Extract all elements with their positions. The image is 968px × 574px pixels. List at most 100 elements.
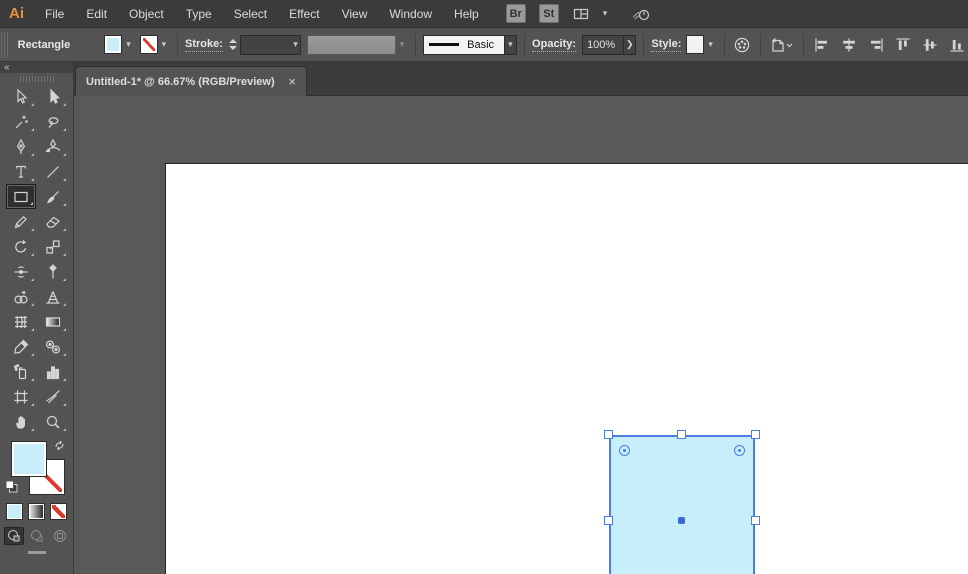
puppet-warp-icon [44, 263, 62, 281]
tool-zoom[interactable] [38, 409, 68, 434]
tool-mesh[interactable] [6, 309, 36, 334]
draw-normal-button[interactable] [3, 527, 24, 545]
brush-chevron-button[interactable]: ▾ [504, 34, 518, 55]
opacity-flyout-button[interactable]: ❯ [624, 34, 637, 55]
tool-column-graph[interactable] [38, 359, 68, 384]
live-corner-widget-nw[interactable] [619, 445, 630, 456]
menu-view[interactable]: View [331, 0, 379, 27]
menu-effect[interactable]: Effect [278, 0, 330, 27]
canvas[interactable] [74, 96, 968, 574]
selected-rectangle[interactable] [604, 430, 760, 574]
control-bar-grip[interactable] [1, 31, 8, 58]
opacity-input[interactable]: 100% [582, 34, 625, 55]
artboard[interactable] [165, 163, 968, 574]
tool-blend[interactable] [38, 334, 68, 359]
stroke-chevron-icon[interactable]: ▾ [158, 40, 170, 49]
resize-handle-nw[interactable] [604, 430, 613, 439]
stroke-color-swatch[interactable] [139, 35, 158, 54]
none-button[interactable] [50, 503, 67, 520]
tool-pen[interactable] [6, 134, 36, 159]
tool-shape-builder[interactable] [6, 284, 36, 309]
style-label[interactable]: Style: [651, 38, 682, 52]
fill-proxy-swatch[interactable] [11, 441, 47, 477]
width-profile-dropdown[interactable] [306, 34, 396, 55]
tool-lasso[interactable] [38, 109, 68, 134]
width-profile-chevron-icon[interactable]: ▾ [396, 40, 408, 49]
tool-line-segment[interactable] [38, 159, 68, 184]
tool-rotate[interactable] [6, 234, 36, 259]
panel-resize-grip[interactable] [27, 551, 46, 554]
vertical-align-bottom-icon[interactable] [946, 33, 968, 57]
horizontal-align-center-icon[interactable] [838, 33, 860, 57]
stroke-weight-stepper[interactable] [228, 39, 237, 50]
tool-eraser[interactable] [38, 209, 68, 234]
opacity-label[interactable]: Opacity: [532, 38, 577, 52]
horizontal-align-right-icon[interactable] [865, 33, 887, 57]
gradient-button[interactable] [28, 503, 45, 520]
vertical-align-center-icon[interactable] [919, 33, 941, 57]
tool-scale[interactable] [38, 234, 68, 259]
brush-definition-value: Basic [467, 38, 495, 51]
menu-file[interactable]: File [34, 0, 75, 27]
tool-magic-wand[interactable] [6, 109, 36, 134]
document-tab-title: Untitled-1* @ 66.67% (RGB/Preview) [86, 75, 275, 88]
menu-type[interactable]: Type [175, 0, 223, 27]
brush-definition-dropdown[interactable]: Basic [423, 34, 505, 55]
menu-edit[interactable]: Edit [75, 0, 118, 27]
close-tab-icon[interactable]: × [286, 75, 298, 88]
live-corner-widget-ne[interactable] [734, 445, 745, 456]
tool-width[interactable] [6, 259, 36, 284]
tool-paintbrush[interactable] [38, 184, 68, 209]
document-tab[interactable]: Untitled-1* @ 66.67% (RGB/Preview) × [75, 66, 307, 96]
menu-object[interactable]: Object [118, 0, 175, 27]
tool-hand[interactable] [6, 409, 36, 434]
menu-help[interactable]: Help [443, 0, 490, 27]
width-icon [12, 263, 30, 281]
horizontal-align-left-icon[interactable] [811, 33, 833, 57]
tool-pencil[interactable] [6, 209, 36, 234]
tool-direct-selection[interactable] [38, 84, 68, 109]
hand-icon [12, 413, 30, 431]
graphic-style-swatch[interactable] [686, 35, 705, 54]
tool-eyedropper[interactable] [6, 334, 36, 359]
fill-chevron-icon[interactable]: ▾ [122, 40, 134, 49]
tool-perspective-grid[interactable] [38, 284, 68, 309]
stroke-weight-label[interactable]: Stroke: [185, 38, 223, 52]
draw-behind-button[interactable] [27, 527, 47, 545]
resize-handle-n[interactable] [677, 430, 686, 439]
tool-puppet-warp[interactable] [38, 259, 68, 284]
stroke-weight-dropdown[interactable]: ▾ [239, 34, 301, 55]
draw-inside-button[interactable] [50, 527, 70, 545]
tool-symbol-sprayer[interactable] [6, 359, 36, 384]
tool-curvature[interactable] [38, 134, 68, 159]
collapse-panel-icon[interactable]: « [0, 62, 10, 73]
drawing-mode-buttons [0, 527, 73, 545]
gpu-performance-icon[interactable] [630, 5, 652, 23]
tool-selection[interactable] [6, 84, 36, 109]
tool-type[interactable] [6, 159, 36, 184]
color-button[interactable] [6, 503, 23, 520]
tools-panel-grip[interactable] [19, 76, 54, 82]
workspace-switcher-icon[interactable] [572, 5, 590, 23]
default-fill-stroke-icon[interactable] [5, 480, 19, 494]
isolate-object-icon[interactable] [768, 33, 796, 57]
bridge-button[interactable]: Br [505, 4, 526, 23]
tool-rectangle[interactable] [5, 184, 36, 209]
vertical-align-top-icon[interactable] [892, 33, 914, 57]
menu-window[interactable]: Window [378, 0, 443, 27]
tool-artboard[interactable] [6, 384, 36, 409]
resize-handle-w[interactable] [604, 516, 613, 525]
pen-icon [12, 138, 30, 156]
fill-color-swatch[interactable] [104, 35, 123, 54]
resize-handle-e[interactable] [751, 516, 760, 525]
tool-gradient[interactable] [38, 309, 68, 334]
tool-slice[interactable] [38, 384, 68, 409]
stock-button[interactable]: St [538, 4, 559, 23]
recolor-artwork-icon[interactable] [732, 33, 753, 57]
resize-handle-ne[interactable] [751, 430, 760, 439]
menu-select[interactable]: Select [223, 0, 278, 27]
style-chevron-icon[interactable]: ▾ [704, 40, 716, 49]
center-point[interactable] [678, 517, 685, 524]
swap-fill-stroke-icon[interactable] [52, 439, 67, 452]
chevron-down-icon[interactable]: ▾ [603, 9, 608, 18]
